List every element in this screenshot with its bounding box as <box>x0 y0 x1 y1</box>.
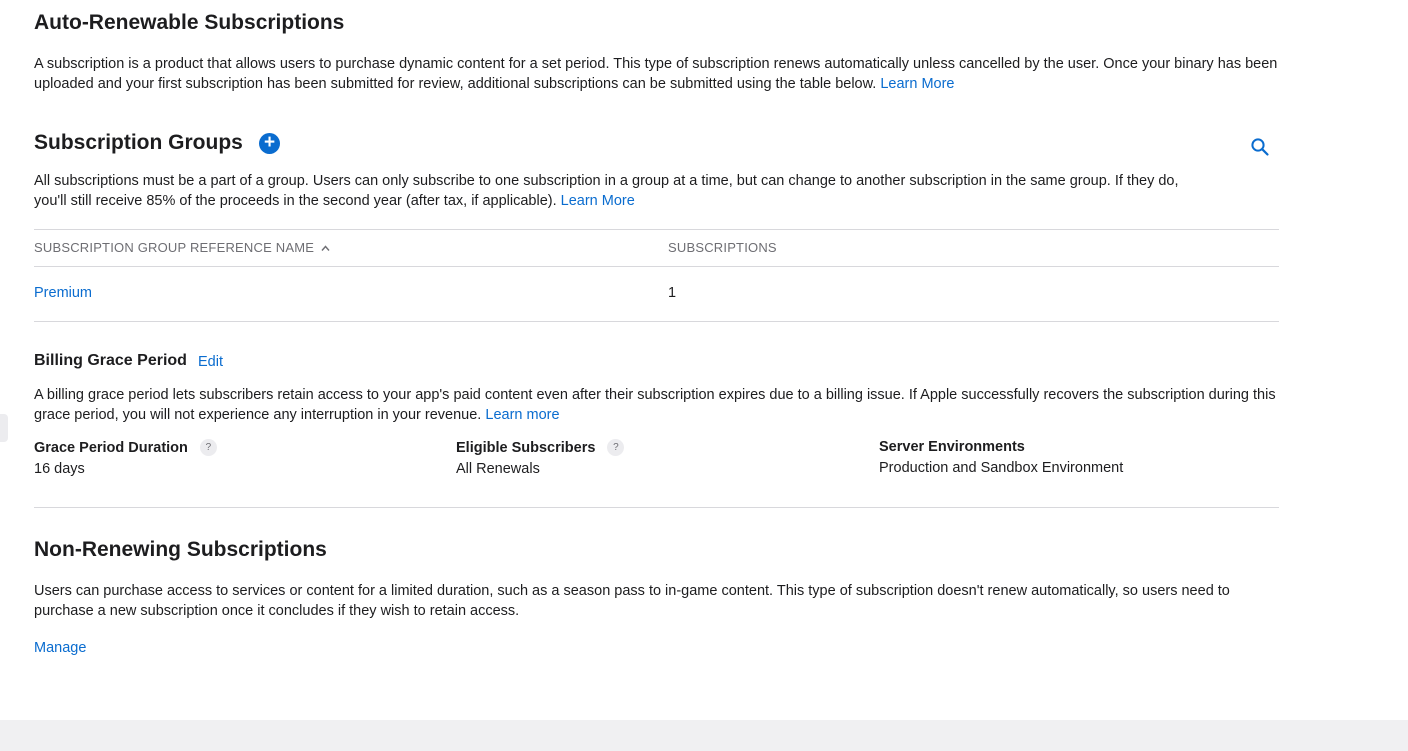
server-environments-label: Server Environments <box>879 439 1025 455</box>
eligible-subscribers-label: Eligible Subscribers <box>456 439 596 456</box>
table-top-divider <box>34 229 1279 230</box>
auto-renewable-description-text: A subscription is a product that allows … <box>34 56 1278 92</box>
billing-grace-learn-more-link[interactable]: Learn more <box>485 407 559 423</box>
server-environments-value: Production and Sandbox Environment <box>879 460 1124 476</box>
billing-grace-description: A billing grace period lets subscribers … <box>34 385 1279 425</box>
grace-period-duration-label: Grace Period Duration <box>34 439 188 456</box>
subscription-count: 1 <box>668 285 677 301</box>
add-subscription-group-button[interactable]: + <box>259 133 280 154</box>
auto-renewable-description: A subscription is a product that allows … <box>34 54 1279 94</box>
grace-period-duration-field: Grace Period Duration ? 16 days <box>34 439 217 477</box>
help-icon[interactable]: ? <box>607 439 625 456</box>
billing-grace-edit-link[interactable]: Edit <box>198 354 223 370</box>
sidebar-collapse-handle[interactable] <box>0 414 8 442</box>
table-header-divider <box>34 266 1279 267</box>
auto-renewable-title: Auto-Renewable Subscriptions <box>34 11 345 34</box>
section-divider <box>34 507 1279 508</box>
column-header-subscriptions[interactable]: SUBSCRIPTIONS <box>668 240 777 255</box>
billing-grace-title: Billing Grace Period <box>34 352 187 369</box>
help-icon[interactable]: ? <box>199 439 217 456</box>
column-header-reference-name-label: SUBSCRIPTION GROUP REFERENCE NAME <box>34 240 315 255</box>
table-bottom-divider <box>34 321 1279 322</box>
plus-icon: + <box>263 132 276 153</box>
subscription-groups-learn-more-link[interactable]: Learn More <box>561 193 635 209</box>
billing-grace-description-text: A billing grace period lets subscribers … <box>34 387 1276 423</box>
subscription-groups-description: All subscriptions must be a part of a gr… <box>34 171 1214 211</box>
column-header-reference-name[interactable]: SUBSCRIPTION GROUP REFERENCE NAME <box>34 240 330 255</box>
manage-link[interactable]: Manage <box>34 640 86 656</box>
non-renewing-title: Non-Renewing Subscriptions <box>34 538 327 561</box>
non-renewing-description: Users can purchase access to services or… <box>34 583 1230 619</box>
server-environments-field: Server Environments Production and Sandb… <box>879 439 1123 476</box>
auto-renewable-learn-more-link[interactable]: Learn More <box>880 76 954 92</box>
search-icon[interactable] <box>1250 137 1270 157</box>
grace-period-duration-value: 16 days <box>34 461 85 477</box>
page-footer <box>0 720 1408 751</box>
sort-ascending-icon <box>321 245 330 251</box>
eligible-subscribers-value: All Renewals <box>456 461 540 477</box>
subscription-groups-title: Subscription Groups <box>34 131 243 154</box>
eligible-subscribers-field: Eligible Subscribers ? All Renewals <box>456 439 625 477</box>
subscription-group-name-link[interactable]: Premium <box>34 285 92 301</box>
